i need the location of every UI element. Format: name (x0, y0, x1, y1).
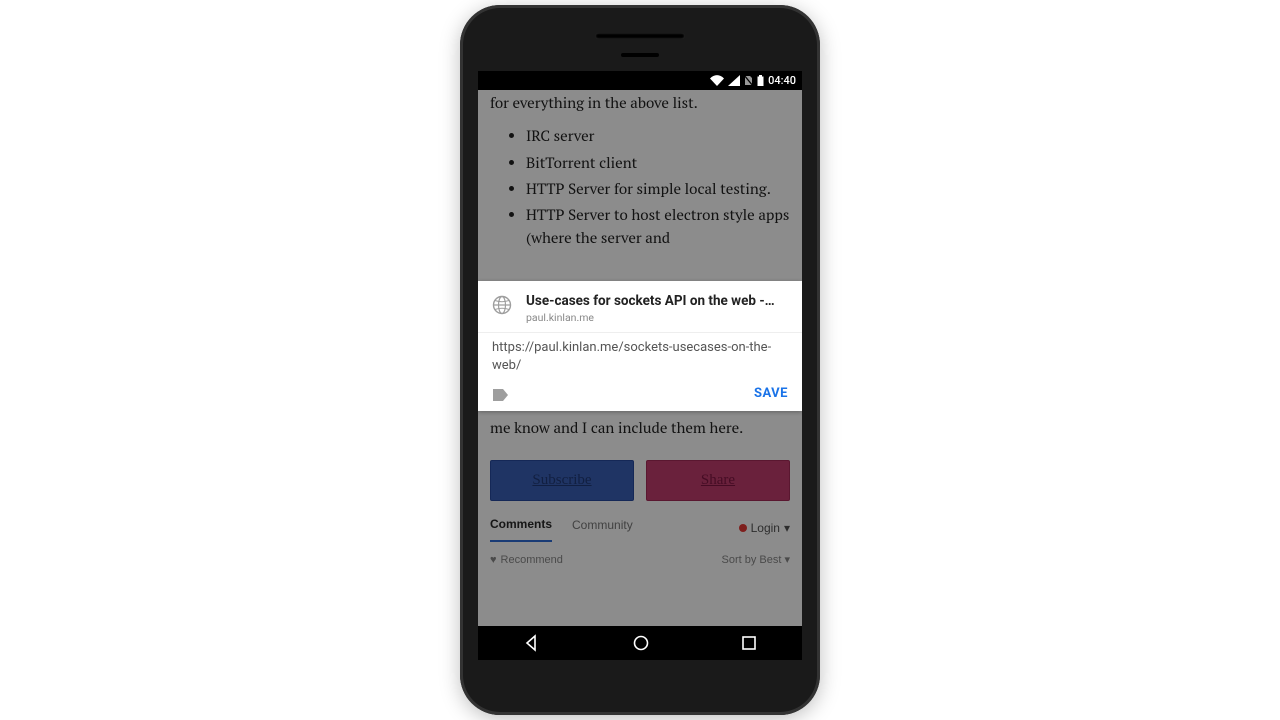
phone-screen: 04:40 for everything in the above list. … (478, 71, 802, 660)
nav-recents-icon[interactable] (741, 635, 757, 651)
battery-icon (757, 75, 764, 86)
share-url[interactable]: https://paul.kinlan.me/sockets-usecases-… (478, 332, 802, 378)
phone-frame: 04:40 for everything in the above list. … (460, 5, 820, 715)
wifi-icon (710, 75, 724, 86)
status-bar: 04:40 (478, 71, 802, 90)
share-title: Use-cases for sockets API on the web -… (526, 293, 788, 309)
cell-signal-icon (728, 75, 740, 86)
share-sheet: Use-cases for sockets API on the web -… … (478, 281, 802, 411)
share-sheet-header: Use-cases for sockets API on the web -… … (478, 281, 802, 332)
share-domain: paul.kinlan.me (526, 311, 788, 324)
android-nav-bar (478, 626, 802, 660)
globe-icon (492, 295, 512, 315)
nav-back-icon[interactable] (523, 634, 541, 652)
tag-icon[interactable] (492, 387, 510, 401)
phone-earpiece (595, 33, 685, 39)
save-button[interactable]: SAVE (754, 386, 788, 401)
phone-sensor (621, 53, 659, 57)
status-time: 04:40 (768, 74, 796, 87)
no-sim-icon (744, 75, 753, 86)
nav-home-icon[interactable] (632, 634, 650, 652)
